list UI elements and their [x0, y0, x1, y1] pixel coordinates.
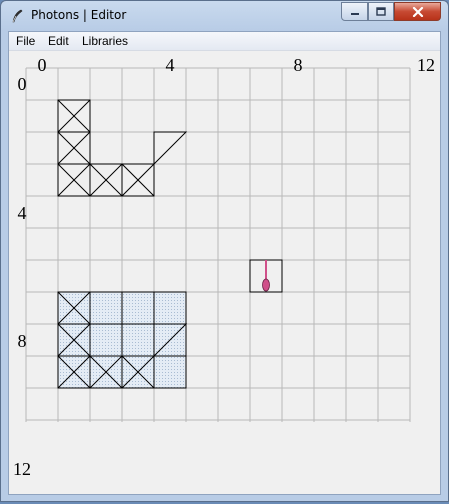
left-axis-label: 8 — [18, 331, 27, 351]
emitter-source — [262, 278, 270, 292]
left-axis-label: 12 — [13, 459, 31, 479]
cross-block — [89, 163, 123, 197]
editor-canvas-area[interactable]: 0 4 8 12 0 4 8 12 — [9, 51, 440, 494]
top-axis-label: 12 — [417, 55, 435, 75]
top-axis-label: 8 — [294, 55, 303, 75]
mirror-block — [153, 131, 188, 166]
cross-block — [57, 163, 91, 197]
app-window: Photons | Editor File Edit Libraries 0 4… — [0, 0, 449, 502]
left-axis-label: 0 — [18, 74, 27, 94]
top-axis-label: 0 — [38, 55, 47, 75]
top-axis-label: 4 — [166, 55, 175, 75]
cross-block — [57, 99, 91, 133]
editor-grid-canvas[interactable]: 0 4 8 12 0 4 8 12 — [2, 2, 449, 504]
cross-block — [57, 131, 91, 165]
cross-block — [121, 163, 155, 197]
emitter-block — [249, 259, 283, 293]
client-area: File Edit Libraries 0 4 8 12 0 4 8 12 — [8, 31, 441, 495]
left-axis-label: 4 — [18, 203, 27, 223]
